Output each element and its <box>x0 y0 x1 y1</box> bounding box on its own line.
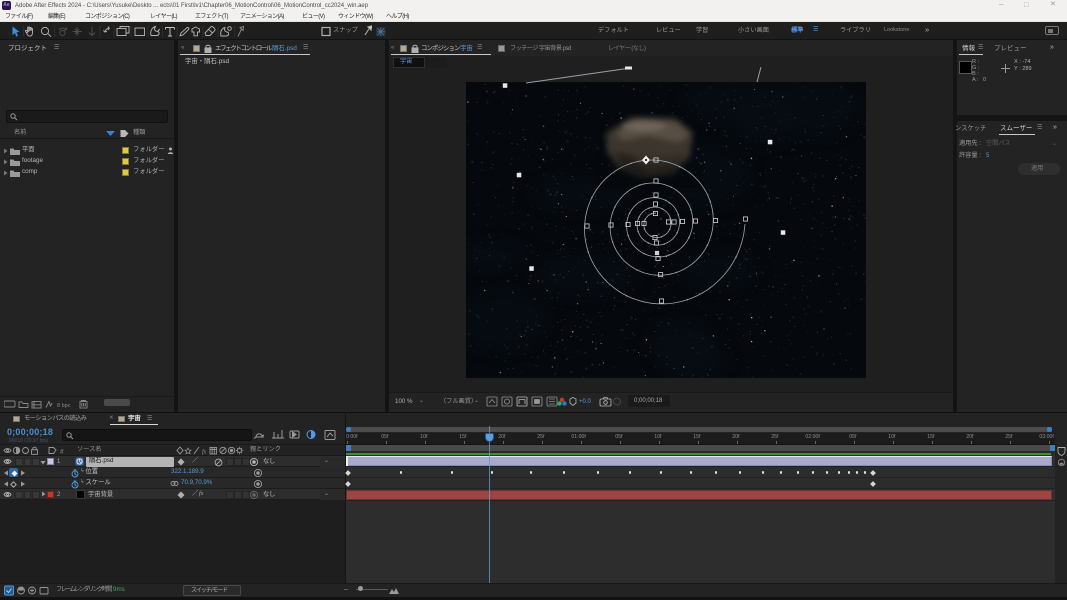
svg-text:#: # <box>60 449 64 456</box>
svg-text:8 bpc: 8 bpc <box>57 403 71 409</box>
svg-text:fx: fx <box>202 448 207 455</box>
